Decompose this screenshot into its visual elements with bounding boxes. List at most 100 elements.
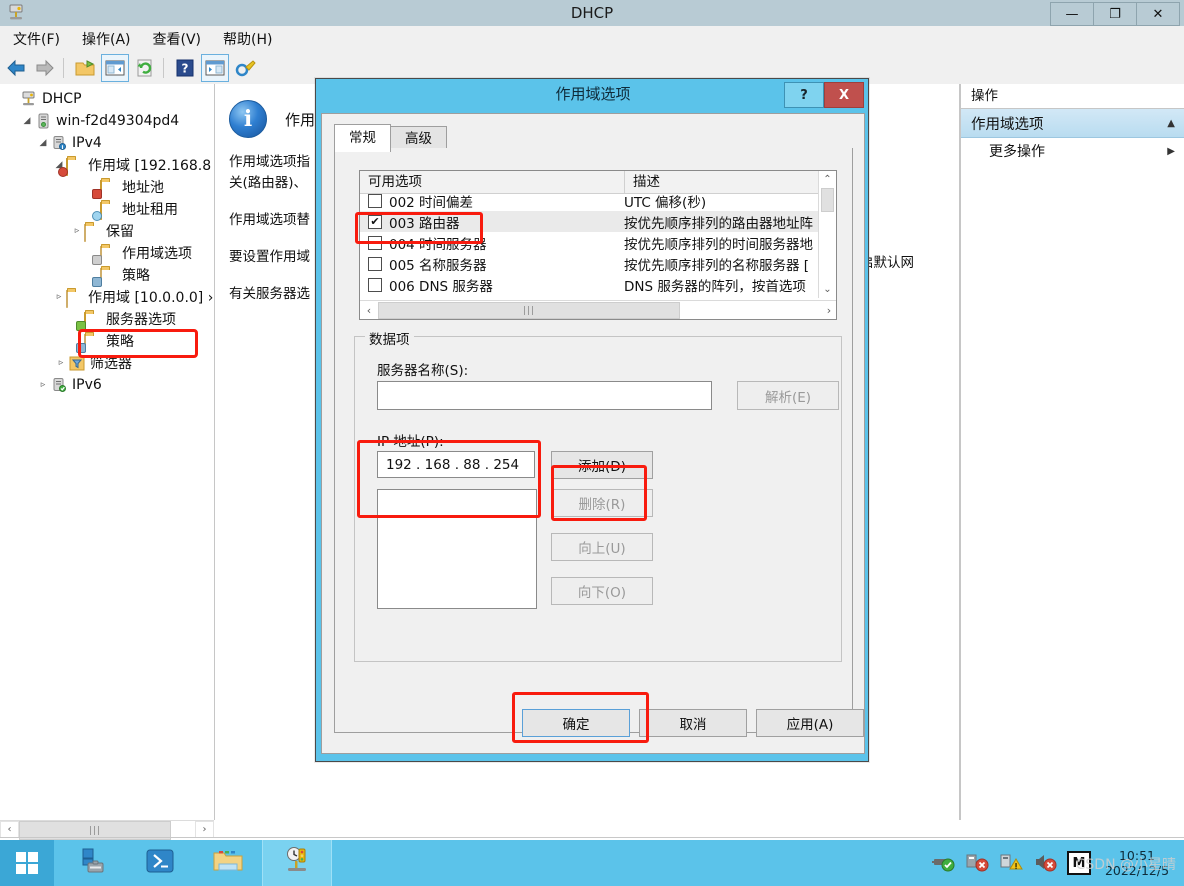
help-icon[interactable]: ?	[172, 55, 198, 81]
tree-expander[interactable]: ▹	[70, 226, 84, 236]
tree-item-ipv6[interactable]: ▹ IPv6	[0, 374, 214, 396]
remove-button[interactable]: 删除(R)	[551, 489, 653, 517]
option-checkbox[interactable]	[368, 194, 382, 208]
volume-muted-icon[interactable]	[1033, 851, 1057, 875]
option-row-007[interactable]: 007 日志服务器 子网上的 MIT LCS UDP 日志服	[360, 295, 836, 299]
chevron-up-icon[interactable]: ▲	[1167, 118, 1175, 129]
network-error-icon[interactable]	[965, 851, 989, 875]
option-row-006[interactable]: 006 DNS 服务器 DNS 服务器的阵列，按首选项	[360, 274, 836, 295]
scrollbar-thumb[interactable]	[821, 188, 834, 212]
taskbar-powershell[interactable]	[126, 840, 194, 886]
move-up-button[interactable]: 向上(U)	[551, 533, 653, 561]
tree-item-address-leases[interactable]: 地址租用	[0, 198, 214, 221]
filters-icon	[68, 355, 86, 372]
ok-button[interactable]: 确定	[522, 709, 630, 737]
scroll-left-icon[interactable]: ‹	[360, 301, 378, 319]
cancel-button[interactable]: 取消	[639, 709, 747, 737]
tree-item-dhcp[interactable]: DHCP	[0, 88, 214, 110]
forward-icon[interactable]	[32, 55, 58, 81]
tree-item-policies-scope[interactable]: 策略	[0, 264, 214, 287]
dialog-close-button[interactable]: X	[824, 82, 864, 108]
taskbar-server-manager[interactable]	[58, 840, 126, 886]
server-name-input[interactable]	[377, 381, 712, 410]
option-checkbox[interactable]	[368, 235, 382, 250]
scroll-left-icon[interactable]: ‹	[0, 821, 19, 838]
move-down-button[interactable]: 向下(O)	[551, 577, 653, 605]
option-row-003[interactable]: ✔ 003 路由器 按优先顺序排列的路由器地址阵	[360, 211, 836, 232]
taskbar-file-explorer[interactable]	[194, 840, 262, 886]
tree-item-label: 保留	[106, 224, 134, 240]
tree-item-ipv4[interactable]: ◢ i IPv4	[0, 132, 214, 154]
scrollbar-track[interactable]: |||	[19, 821, 195, 840]
tree-expander[interactable]: ▹	[54, 358, 68, 368]
option-checkbox[interactable]	[368, 298, 382, 299]
tree-item-scope-192[interactable]: ◢ 作用域 [192.168.8	[0, 154, 214, 177]
new-folder-icon[interactable]	[72, 55, 98, 81]
scrollbar-thumb[interactable]: |||	[378, 302, 680, 319]
option-name: 005 名称服务器	[389, 257, 487, 274]
tree-expander[interactable]: ◢	[20, 116, 34, 126]
tree-item-reservations[interactable]: ▹ 保留	[0, 220, 214, 242]
export-list-icon[interactable]	[232, 55, 258, 81]
ip-address-input[interactable]: 192 . 168 . 88 . 254	[377, 451, 535, 478]
options-list-vertical-scrollbar[interactable]: ⌃ ⌄	[818, 171, 836, 298]
actions-group-scope-options[interactable]: 作用域选项 ▲	[961, 109, 1184, 138]
option-checkbox-checked[interactable]: ✔	[368, 214, 382, 229]
column-header-option[interactable]: 可用选项	[360, 171, 625, 193]
option-checkbox[interactable]	[368, 277, 382, 292]
close-button[interactable]: ✕	[1136, 2, 1180, 26]
tab-general[interactable]: 常规	[334, 124, 391, 152]
chevron-right-icon[interactable]: ▶	[1167, 146, 1175, 157]
actions-item-more-actions[interactable]: 更多操作 ▶	[961, 138, 1184, 164]
ime-indicator[interactable]: M	[1067, 851, 1091, 875]
add-button[interactable]: 添加(D)	[551, 451, 653, 479]
option-row-002[interactable]: 002 时间偏差 UTC 偏移(秒)	[360, 194, 836, 211]
tree-item-server[interactable]: ◢ win-f2d49304pd4	[0, 110, 214, 132]
apply-button[interactable]: 应用(A)	[756, 709, 864, 737]
tree-expander[interactable]: ◢	[36, 138, 50, 148]
menu-file[interactable]: 文件(F)	[4, 26, 69, 52]
maximize-button[interactable]: ❐	[1093, 2, 1137, 26]
scroll-right-icon[interactable]: ›	[820, 301, 836, 319]
option-row-004[interactable]: 004 时间服务器 按优先顺序排列的时间服务器地	[360, 232, 836, 253]
tree-item-label: 策略	[106, 334, 134, 350]
ip-address-listbox[interactable]	[377, 489, 537, 609]
resolve-button[interactable]: 解析(E)	[737, 381, 839, 410]
scroll-right-icon[interactable]: ›	[195, 821, 214, 838]
tree-item-address-pool[interactable]: 地址池	[0, 176, 214, 199]
taskbar-dhcp-console[interactable]	[262, 840, 332, 886]
available-options-list[interactable]: 可用选项 描述 002 时间偏差 UTC 偏移(秒) ✔ 003 路由器 按优先顺…	[359, 170, 837, 320]
taskbar-clock[interactable]: 10:51 2022/12/5	[1094, 848, 1180, 878]
scroll-down-icon[interactable]: ⌄	[819, 281, 836, 298]
tree-item-policies-server[interactable]: 策略	[0, 330, 214, 353]
tree-horizontal-scrollbar[interactable]: ‹ ||| ›	[0, 820, 214, 840]
back-icon[interactable]	[3, 55, 29, 81]
network-warning-icon[interactable]	[999, 851, 1023, 875]
start-button[interactable]	[0, 840, 54, 886]
refresh-icon[interactable]	[132, 55, 158, 81]
option-checkbox[interactable]	[368, 256, 382, 271]
taskbar: M 10:51 2022/12/5 CSDN @小星晴	[0, 840, 1184, 886]
menu-view[interactable]: 查看(V)	[144, 26, 211, 52]
show-hide-console-tree-icon[interactable]	[101, 54, 129, 82]
menu-action[interactable]: 操作(A)	[73, 26, 140, 52]
scroll-up-icon[interactable]: ⌃	[819, 171, 836, 188]
show-hide-action-pane-icon[interactable]	[201, 54, 229, 82]
address-pool-icon	[92, 179, 118, 199]
tree-item-filters[interactable]: ▹ 筛选器	[0, 352, 214, 374]
dialog-body: 常规 高级 可用选项 描述 002 时间偏差 UTC 偏移(秒) ✔ 003 路…	[321, 113, 865, 754]
dialog-help-button[interactable]: ?	[784, 82, 824, 108]
options-list-horizontal-scrollbar[interactable]: ‹ ||| ›	[360, 300, 836, 319]
tree-expander[interactable]: ▹	[36, 380, 50, 390]
usb-safely-remove-icon[interactable]	[931, 851, 955, 875]
column-header-description[interactable]: 描述	[625, 171, 836, 193]
tree-expander[interactable]: ▹	[52, 292, 66, 302]
option-row-005[interactable]: 005 名称服务器 按优先顺序排列的名称服务器 [	[360, 253, 836, 274]
tree-item-scope-options[interactable]: 作用域选项	[0, 242, 214, 265]
menu-help[interactable]: 帮助(H)	[214, 26, 281, 52]
tree-item-server-options[interactable]: 服务器选项	[0, 308, 214, 331]
scrollbar-track[interactable]: |||	[378, 301, 820, 319]
tree-item-scope-10[interactable]: ▹ 作用域 [10.0.0.0] ›	[0, 286, 214, 308]
minimize-button[interactable]: —	[1050, 2, 1094, 26]
scope-options-dialog: 作用域选项 ? X 常规 高级 可用选项 描述 002 时间偏差 UTC 偏移(…	[315, 78, 869, 762]
